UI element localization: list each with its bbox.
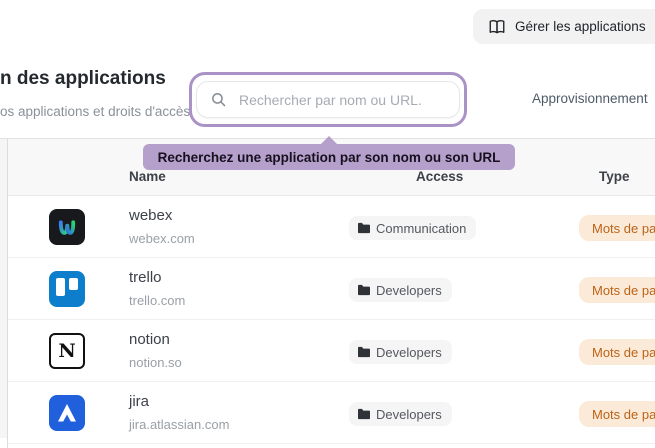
trello-app-icon (49, 271, 85, 307)
app-name-cell: webex webex.com (129, 207, 195, 247)
type-label: Mots de passe (592, 283, 655, 298)
folder-icon (357, 408, 371, 420)
app-name-cell: jira jira.atlassian.com (129, 393, 229, 433)
webex-app-icon (49, 209, 85, 245)
type-badge: Mots de passe (579, 277, 655, 303)
app-url: trello.com (129, 293, 185, 309)
folder-icon (357, 346, 371, 358)
access-label: Developers (376, 345, 442, 360)
access-label: Developers (376, 407, 442, 422)
app-url: jira.atlassian.com (129, 417, 229, 433)
access-badge: Developers (349, 278, 452, 302)
app-name: webex (129, 207, 195, 225)
folder-icon (357, 222, 371, 234)
tab-approvisionnement[interactable]: Approvisionnement (532, 91, 648, 106)
magnifier-icon (210, 91, 237, 108)
column-header-access: Access (416, 169, 463, 184)
table-row[interactable]: trello trello.com Developers Mots de pas… (8, 258, 655, 320)
app-name: notion (129, 331, 182, 349)
search-tooltip: Recherchez une application par son nom o… (143, 144, 515, 170)
table-left-margin (0, 139, 7, 438)
type-label: Mots de passe (592, 345, 655, 360)
type-label: Mots de passe (592, 221, 655, 236)
access-label: Developers (376, 283, 442, 298)
app-name-cell: notion notion.so (129, 331, 182, 371)
app-url: notion.so (129, 355, 182, 371)
manage-applications-button[interactable]: Gérer les applications (473, 9, 655, 44)
jira-app-icon (49, 395, 85, 431)
open-book-icon (488, 18, 506, 36)
app-name: trello (129, 269, 185, 287)
column-header-name: Name (129, 169, 166, 184)
access-badge: Developers (349, 340, 452, 364)
notion-letter: N (58, 342, 75, 361)
app-name: jira (129, 393, 229, 411)
access-badge: Developers (349, 402, 452, 426)
type-badge: Mots de passe (579, 339, 655, 365)
search-input[interactable] (237, 91, 449, 109)
type-badge: Mots de passe (579, 401, 655, 427)
table-row[interactable]: N notion notion.so Developers Mots de pa… (8, 320, 655, 382)
notion-app-icon: N (49, 333, 85, 369)
search-box[interactable] (196, 81, 460, 118)
page-title: n des applications (0, 68, 166, 90)
app-name-cell: trello trello.com (129, 269, 185, 309)
applications-table: Name Access Type webex webex.com (7, 139, 655, 448)
app-url: webex.com (129, 231, 195, 247)
access-badge: Communication (349, 216, 476, 240)
manage-applications-label: Gérer les applications (515, 19, 646, 34)
table-row[interactable]: jira jira.atlassian.com Developers Mots … (8, 382, 655, 444)
folder-icon (357, 284, 371, 296)
column-header-type: Type (599, 169, 630, 184)
page-subtitle: os applications et droits d'accès (0, 104, 190, 119)
table-row[interactable]: webex webex.com Communication Mots de pa… (8, 196, 655, 258)
access-label: Communication (376, 221, 466, 236)
type-badge: Mots de passe (579, 215, 655, 241)
type-label: Mots de passe (592, 407, 655, 422)
